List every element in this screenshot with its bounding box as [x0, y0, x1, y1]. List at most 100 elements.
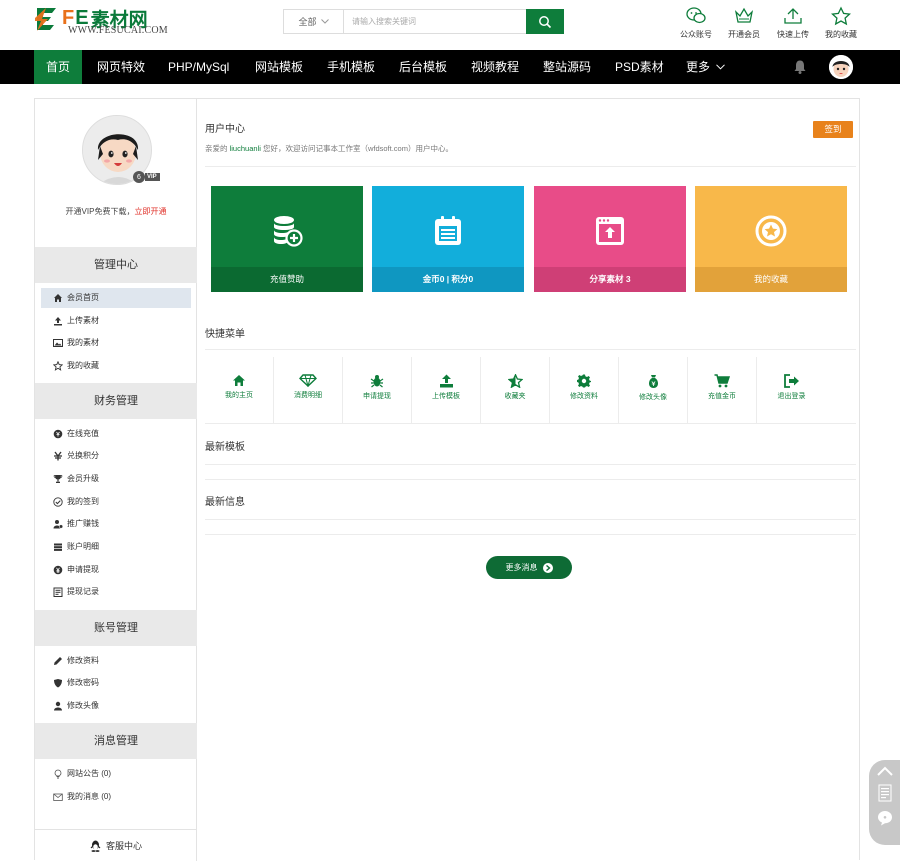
sidebar-item-withdraw[interactable]: 申请提现 — [41, 560, 191, 580]
quick-favorites[interactable]: 收藏夹 — [481, 357, 550, 424]
sidebar-item-label: 提现记录 — [67, 587, 99, 596]
logo-subtitle: WWW.FESUCAI.COM — [68, 25, 168, 36]
tool-wechat[interactable]: 公众账号 — [671, 6, 721, 40]
chevron-right-icon — [542, 562, 553, 573]
quick-logout[interactable]: 退出登录 — [757, 357, 826, 424]
sidebar-item-withdraw-records[interactable]: 提现记录 — [41, 582, 191, 602]
nav-site-source[interactable]: 整站源码 — [543, 50, 591, 84]
nav-web-effects[interactable]: 网页特效 — [97, 50, 145, 84]
vip-promo-text: 开通VIP免费下载， — [65, 207, 135, 216]
sidebar-item-upgrade[interactable]: 会员升级 — [41, 469, 191, 489]
sidebar-item-member-home[interactable]: 会员首页 — [41, 288, 191, 308]
quick-edit-profile[interactable]: 修改资料 — [550, 357, 619, 424]
user-icon — [54, 701, 62, 711]
sidebar-item-my-assets[interactable]: 我的素材 — [41, 333, 191, 353]
back-to-top-icon[interactable] — [876, 766, 893, 776]
nav-home[interactable]: 首页 — [34, 50, 83, 84]
card-shared[interactable]: 分享素材 3 — [534, 186, 686, 292]
main-content: 用户中心 亲爱的 liuchuanli 您好，欢迎访问记事本工作室（wfdsof… — [205, 99, 856, 861]
site-logo[interactable]: FE 素材网 WWW.FESUCAI.COM — [34, 7, 174, 38]
nav-mobile-templates[interactable]: 手机模板 — [327, 50, 375, 84]
sidebar-item-favorites[interactable]: 我的收藏 — [41, 356, 191, 376]
shield-icon — [54, 679, 62, 688]
qr-feedback-icon[interactable] — [878, 784, 892, 802]
upload-icon — [54, 317, 62, 326]
sidebar-item-label: 网站公告 (0) — [67, 769, 111, 778]
welcome-prefix: 亲爱的 — [205, 144, 228, 153]
quick-my-homepage[interactable]: 我的主页 — [205, 357, 274, 424]
record-icon — [53, 587, 63, 597]
qq-penguin-icon — [90, 840, 101, 852]
vip-badge-label: VIP — [145, 173, 160, 181]
divider — [205, 464, 856, 465]
nav-php-mysql[interactable]: PHP/MySql — [168, 50, 229, 84]
user-money-icon — [53, 520, 63, 529]
sidebar-item-checkin[interactable]: 我的签到 — [41, 492, 191, 512]
upload-icon — [784, 8, 802, 24]
nav-admin-templates[interactable]: 后台模板 — [399, 50, 447, 84]
coin-icon — [53, 429, 63, 439]
search-input[interactable] — [344, 10, 526, 33]
sidebar-item-change-password[interactable]: 修改密码 — [41, 673, 191, 693]
pencil-icon — [54, 657, 62, 665]
sidebar-item-exchange[interactable]: 兑换积分 — [41, 446, 191, 466]
trophy-icon — [53, 475, 63, 483]
more-messages-label: 更多消息 — [505, 563, 538, 572]
card-favorites-label: 我的收藏 — [695, 267, 847, 292]
sidebar: 6 VIP 开通VIP免费下载，立即开通 管理中心 会员首页 上传素材 我的素材… — [35, 99, 197, 861]
nav-more-label: 更多 — [686, 60, 711, 74]
tool-vip[interactable]: 开通会员 — [719, 6, 769, 40]
sidebar-item-recharge[interactable]: 在线充值 — [41, 424, 191, 444]
search-button[interactable] — [526, 9, 564, 34]
sidebar-item-edit-profile[interactable]: 修改资料 — [41, 651, 191, 671]
quick-withdraw[interactable]: 申请提现 — [343, 357, 412, 424]
customer-service-link[interactable]: 客服中心 — [35, 829, 197, 861]
nav-user-avatar[interactable] — [829, 55, 853, 79]
logo-e-icon — [35, 8, 56, 31]
quick-recharge[interactable]: 充值金币 — [688, 357, 757, 424]
divider — [205, 423, 856, 424]
divider — [205, 349, 856, 350]
nav-psd[interactable]: PSD素材 — [615, 50, 664, 84]
star-circle-icon — [755, 215, 787, 247]
bell-icon[interactable] — [792, 59, 808, 75]
card-recharge[interactable]: 充值赞助 — [211, 186, 363, 292]
chat-bubble-icon[interactable] — [877, 810, 893, 826]
check-circle-icon — [53, 497, 63, 507]
sidebar-section-messages: 消息管理 — [35, 723, 197, 759]
logout-icon — [783, 374, 799, 388]
card-favorites[interactable]: 我的收藏 — [695, 186, 847, 292]
sidebar-item-promote[interactable]: 推广赚钱 — [41, 514, 191, 534]
sidebar-item-label: 修改密码 — [67, 678, 99, 687]
card-balance[interactable]: 金币0 | 积分0 — [372, 186, 524, 292]
tool-upload[interactable]: 快速上传 — [768, 6, 818, 40]
nav-video-tutorials[interactable]: 视频教程 — [471, 50, 519, 84]
nav-more[interactable]: 更多 — [686, 50, 725, 84]
vip-open-link[interactable]: 立即开通 — [134, 207, 166, 216]
wechat-icon — [686, 7, 706, 24]
more-messages-button[interactable]: 更多消息 — [486, 556, 572, 579]
sidebar-item-account-detail[interactable]: 账户明细 — [41, 537, 191, 557]
sidebar-item-change-avatar[interactable]: 修改头像 — [41, 696, 191, 716]
tool-favorite[interactable]: 我的收藏 — [816, 6, 866, 40]
vip-level-badge: 6 VIP — [133, 171, 160, 183]
vip-promo: 开通VIP免费下载，立即开通 — [35, 206, 197, 217]
crown-icon — [734, 7, 754, 23]
quick-upload-template[interactable]: 上传模板 — [412, 357, 481, 424]
avatar-illustration — [829, 55, 853, 79]
quick-change-avatar[interactable]: 修改头像 — [619, 357, 688, 424]
sidebar-item-upload[interactable]: 上传素材 — [41, 311, 191, 331]
sidebar-item-label: 申请提现 — [67, 565, 99, 574]
sidebar-item-label: 会员首页 — [67, 293, 99, 302]
welcome-message: 亲爱的 liuchuanli 您好，欢迎访问记事本工作室（wfdsoft.com… — [205, 143, 453, 154]
search-category-select[interactable]: 全部 — [284, 10, 344, 33]
nav-site-templates[interactable]: 网站模板 — [255, 50, 303, 84]
sign-in-button[interactable]: 签到 — [813, 121, 853, 138]
sidebar-item-label: 上传素材 — [67, 316, 99, 325]
sidebar-item-label: 推广赚钱 — [67, 519, 99, 528]
quick-consumption[interactable]: 消费明细 — [274, 357, 343, 424]
divider — [205, 166, 856, 167]
card-shared-label: 分享素材 3 — [534, 267, 686, 292]
sidebar-item-my-messages[interactable]: 我的消息 (0) — [41, 787, 191, 807]
sidebar-item-announcements[interactable]: 网站公告 (0) — [41, 764, 191, 784]
